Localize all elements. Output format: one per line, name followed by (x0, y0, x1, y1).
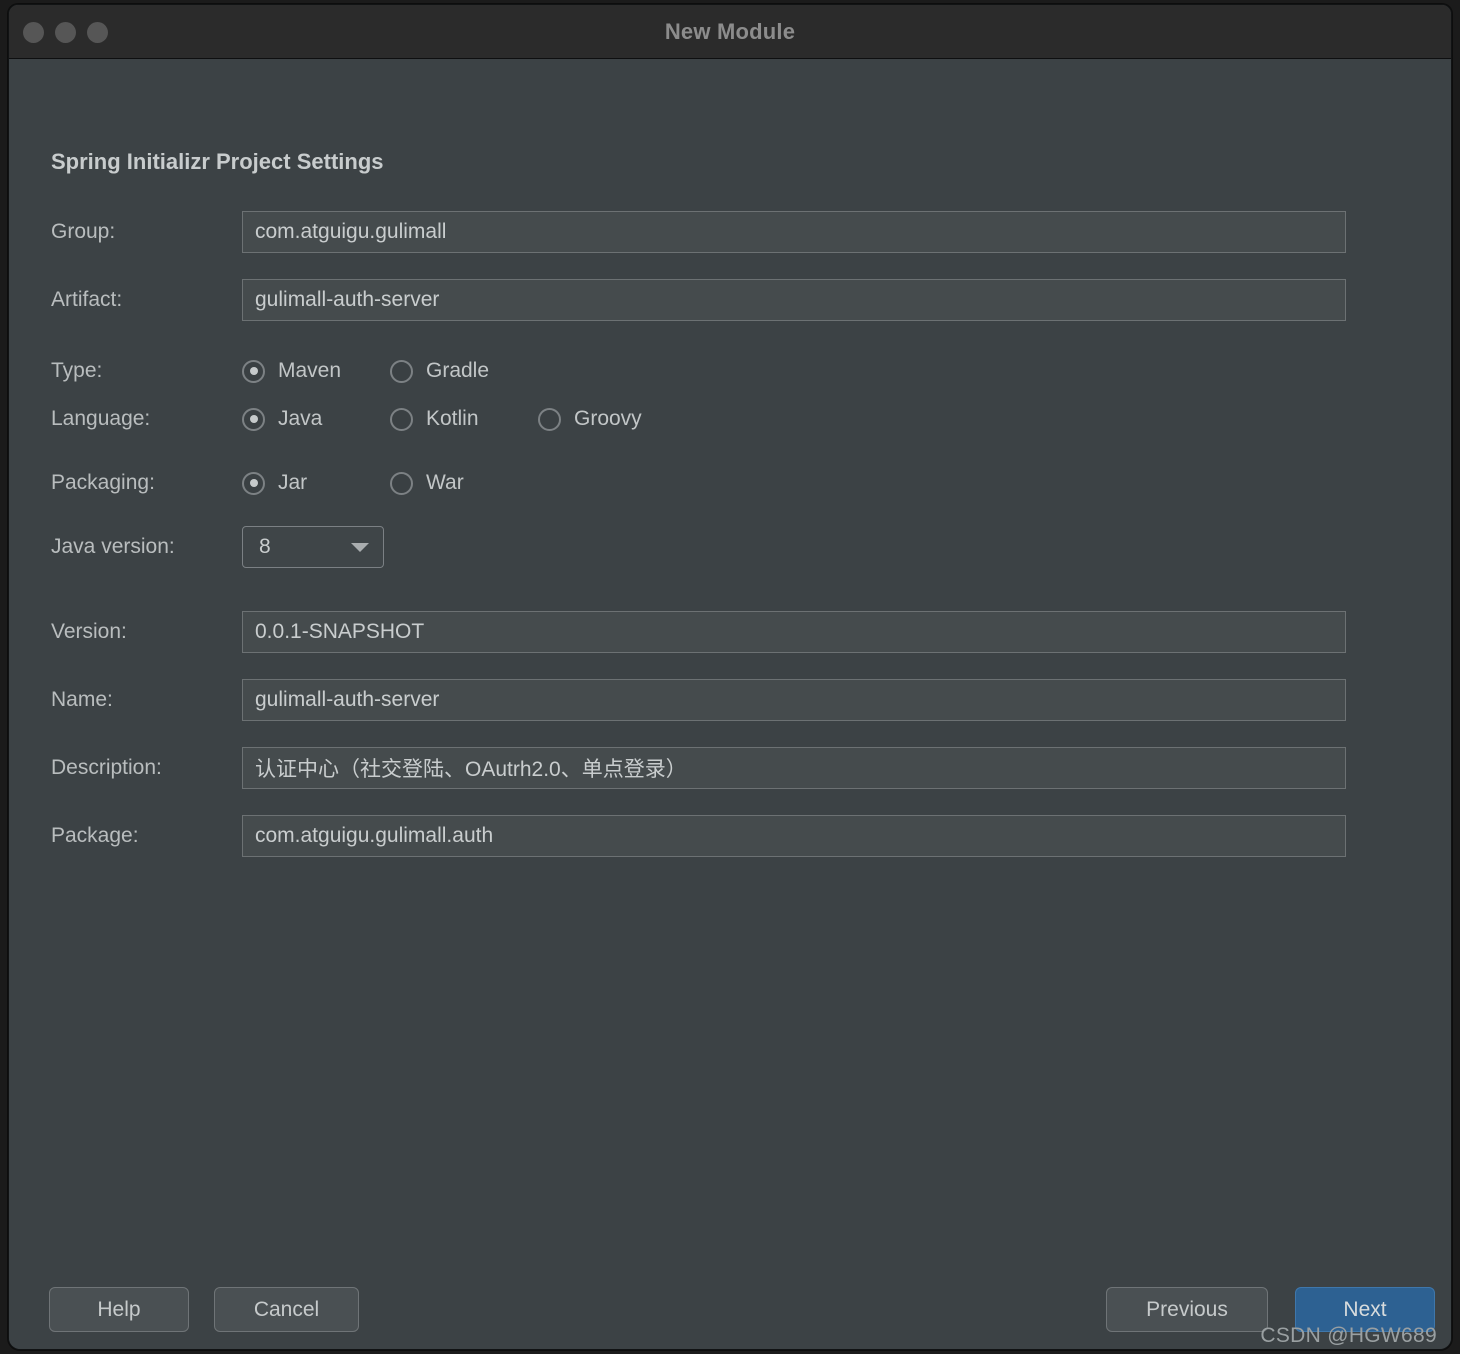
radio-icon (390, 471, 413, 495)
radio-icon (390, 407, 413, 431)
artifact-row: Artifact: gulimall-auth-server (51, 279, 1401, 321)
language-row: Language: Java Kotlin Groovy (51, 407, 1401, 431)
language-option-label: Java (278, 407, 323, 430)
type-option-label: Maven (278, 359, 342, 382)
package-label: Package: (51, 824, 139, 847)
version-label: Version: (51, 620, 127, 643)
chevron-down-icon (351, 542, 369, 552)
name-row: Name: gulimall-auth-server (51, 679, 1401, 721)
packaging-option-label: Jar (278, 471, 308, 494)
packaging-radio-group: Jar War (242, 471, 464, 495)
cancel-button[interactable]: Cancel (214, 1287, 359, 1332)
radio-icon (390, 359, 413, 383)
radio-icon (242, 471, 265, 495)
type-option-gradle[interactable]: Gradle (390, 359, 489, 383)
package-input[interactable]: com.atguigu.gulimall.auth (242, 815, 1346, 857)
language-radio-group: Java Kotlin Groovy (242, 407, 642, 431)
description-label: Description: (51, 756, 162, 779)
language-option-label: Groovy (574, 407, 642, 430)
zoom-button[interactable] (87, 21, 108, 43)
language-option-label: Kotlin (426, 407, 479, 430)
help-button[interactable]: Help (49, 1287, 189, 1332)
minimize-button[interactable] (55, 21, 76, 43)
type-option-maven[interactable]: Maven (242, 359, 390, 383)
packaging-row: Packaging: Jar War (51, 471, 1401, 495)
type-option-label: Gradle (426, 359, 490, 382)
package-row: Package: com.atguigu.gulimall.auth (51, 815, 1401, 857)
packaging-option-jar[interactable]: Jar (242, 471, 390, 495)
language-option-groovy[interactable]: Groovy (538, 407, 642, 431)
description-input[interactable]: 认证中心（社交登陆、OAutrh2.0、单点登录） (242, 747, 1346, 789)
artifact-label: Artifact: (51, 288, 123, 311)
group-label: Group: (51, 220, 116, 243)
window-titlebar: New Module (9, 5, 1451, 59)
description-row: Description: 认证中心（社交登陆、OAutrh2.0、单点登录） (51, 747, 1401, 789)
language-option-kotlin[interactable]: Kotlin (390, 407, 538, 431)
version-input[interactable]: 0.0.1-SNAPSHOT (242, 611, 1346, 653)
type-label: Type: (51, 359, 103, 382)
version-row: Version: 0.0.1-SNAPSHOT (51, 611, 1401, 653)
window-title: New Module (664, 18, 796, 44)
new-module-dialog: New Module Spring Initializr Project Set… (8, 4, 1452, 1350)
radio-icon (538, 407, 561, 431)
radio-icon (242, 407, 265, 431)
dialog-body: Spring Initializr Project Settings Group… (9, 59, 1451, 1349)
java-version-row: Java version: 8 (51, 526, 1401, 568)
window-controls (23, 5, 108, 59)
packaging-option-label: War (426, 471, 464, 494)
radio-icon (242, 359, 265, 383)
name-label: Name: (51, 688, 113, 711)
type-row: Type: Maven Gradle (51, 359, 1401, 383)
section-heading: Spring Initializr Project Settings (51, 149, 384, 174)
java-version-value: 8 (259, 535, 271, 558)
packaging-label: Packaging: (51, 471, 155, 494)
watermark: CSDN @HGW689 (1260, 1324, 1437, 1347)
type-radio-group: Maven Gradle (242, 359, 489, 383)
close-button[interactable] (23, 21, 44, 43)
java-version-select[interactable]: 8 (242, 526, 384, 568)
previous-button[interactable]: Previous (1106, 1287, 1268, 1332)
group-input[interactable]: com.atguigu.gulimall (242, 211, 1346, 253)
name-input[interactable]: gulimall-auth-server (242, 679, 1346, 721)
language-label: Language: (51, 407, 151, 430)
artifact-input[interactable]: gulimall-auth-server (242, 279, 1346, 321)
language-option-java[interactable]: Java (242, 407, 390, 431)
java-version-label: Java version: (51, 535, 175, 558)
packaging-option-war[interactable]: War (390, 471, 464, 495)
group-row: Group: com.atguigu.gulimall (51, 211, 1401, 253)
